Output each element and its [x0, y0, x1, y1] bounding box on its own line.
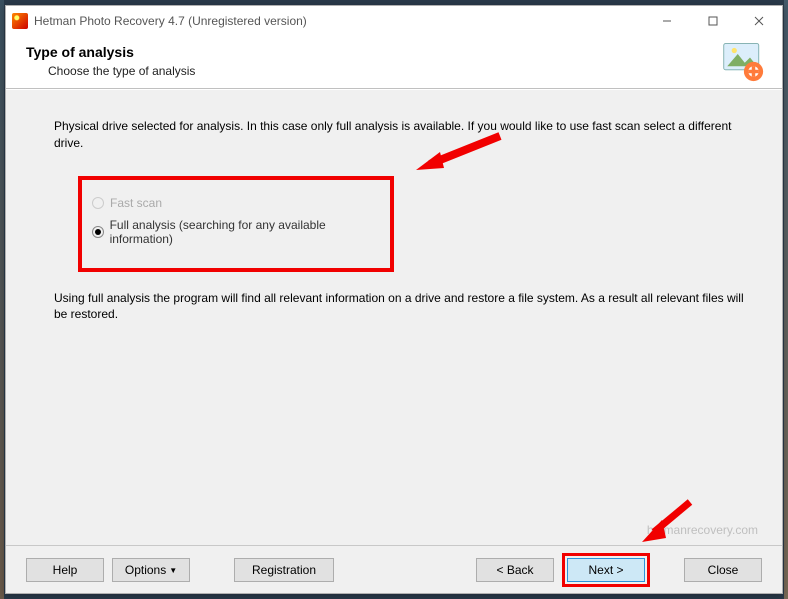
minimize-button[interactable] — [644, 6, 690, 36]
page-subtitle: Choose the type of analysis — [48, 64, 762, 78]
wizard-content: Physical drive selected for analysis. In… — [6, 89, 782, 545]
app-window: Hetman Photo Recovery 4.7 (Unregistered … — [5, 5, 783, 594]
radio-icon — [92, 226, 104, 238]
analysis-options-highlight: Fast scan Full analysis (searching for a… — [78, 176, 394, 272]
next-button-highlight: Next > — [562, 553, 650, 587]
wizard-footer: Help Options ▼ Registration < Back Next … — [6, 545, 782, 593]
note-text: Using full analysis the program will fin… — [54, 290, 748, 324]
radio-icon — [92, 197, 104, 209]
window-title: Hetman Photo Recovery 4.7 (Unregistered … — [34, 14, 307, 28]
full-analysis-label: Full analysis (searching for any availab… — [110, 218, 380, 246]
back-button[interactable]: < Back — [476, 558, 554, 582]
full-analysis-option[interactable]: Full analysis (searching for any availab… — [92, 214, 380, 250]
page-title: Type of analysis — [26, 44, 762, 60]
help-button[interactable]: Help — [26, 558, 104, 582]
options-label: Options — [125, 563, 166, 577]
fast-scan-option: Fast scan — [92, 192, 380, 214]
options-button[interactable]: Options ▼ — [112, 558, 190, 582]
close-button[interactable]: Close — [684, 558, 762, 582]
next-button[interactable]: Next > — [567, 558, 645, 582]
chevron-down-icon: ▼ — [169, 566, 177, 575]
registration-button[interactable]: Registration — [234, 558, 334, 582]
fast-scan-label: Fast scan — [110, 196, 162, 210]
instruction-text: Physical drive selected for analysis. In… — [54, 118, 748, 152]
maximize-button[interactable] — [690, 6, 736, 36]
photo-recovery-icon — [722, 40, 764, 82]
watermark: hetmanrecovery.com — [647, 523, 758, 537]
wizard-header: Type of analysis Choose the type of anal… — [6, 36, 782, 89]
app-icon — [12, 13, 28, 29]
title-bar: Hetman Photo Recovery 4.7 (Unregistered … — [6, 6, 782, 36]
close-window-button[interactable] — [736, 6, 782, 36]
